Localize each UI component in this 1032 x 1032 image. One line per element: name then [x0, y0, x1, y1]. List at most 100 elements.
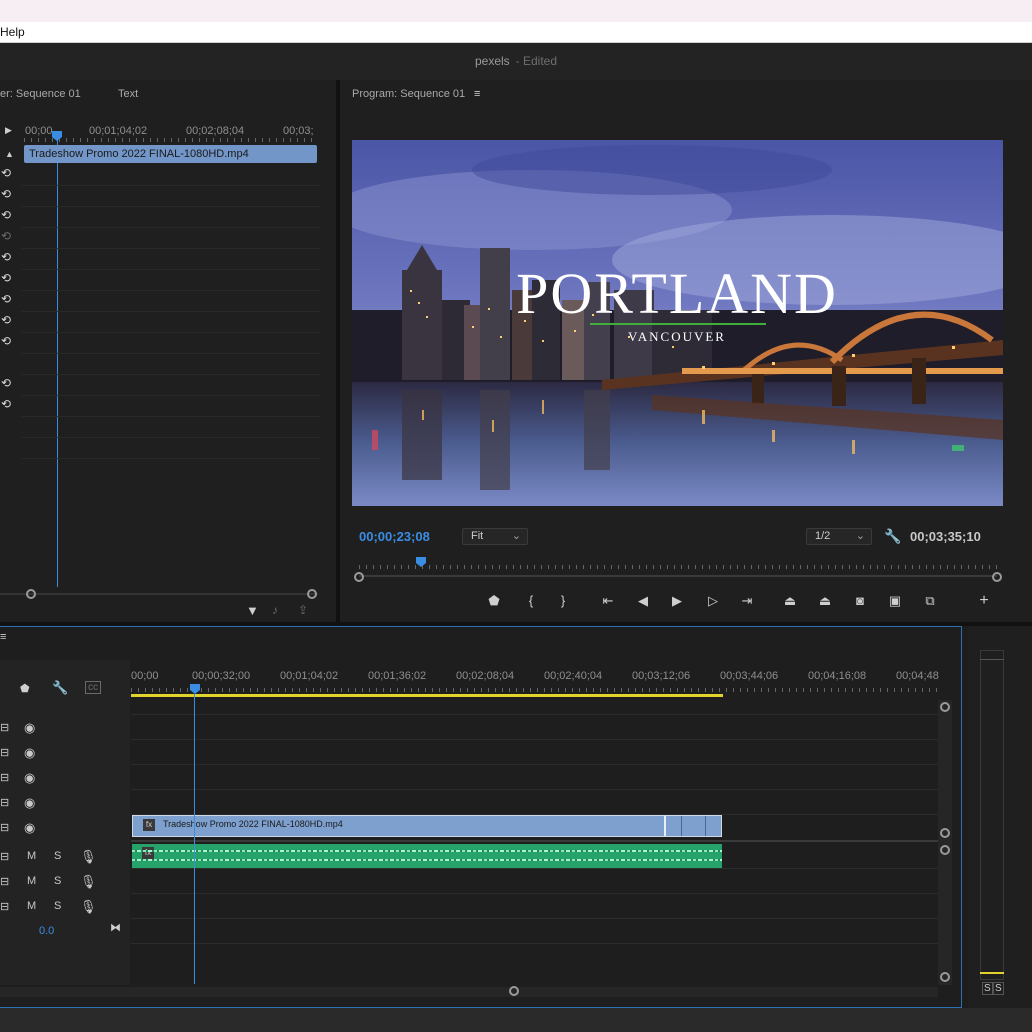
src-scroll-knob-right[interactable]	[307, 589, 317, 599]
program-scroll-knob-left[interactable]	[354, 572, 364, 582]
reset-icon[interactable]: ⟲	[1, 376, 15, 390]
toggle-proxies-button[interactable]: ⧉	[921, 592, 939, 610]
tl-ruler-label: 00;03;44;06	[720, 670, 779, 682]
clip-edit-point	[705, 816, 706, 836]
microphone-icon[interactable]: 🎙	[80, 899, 97, 915]
filter-icon[interactable]: ▼	[246, 603, 259, 618]
program-video-frame[interactable]: PORTLAND VANCOUVER	[352, 140, 1003, 506]
reset-icon[interactable]: ⟲	[1, 271, 15, 285]
go-to-out-button[interactable]: ⇥	[738, 592, 756, 610]
track-divider	[131, 764, 938, 765]
mute-button[interactable]: M	[27, 900, 36, 912]
extract-button[interactable]: ⏏	[816, 592, 834, 610]
captions-icon[interactable]: cc	[85, 681, 101, 694]
eye-icon[interactable]: ◉	[24, 820, 35, 836]
timeline-video-clip[interactable]: fx Tradeshow Promo 2022 FINAL-1080HD.mp4	[132, 815, 722, 837]
marker-icon[interactable]: ⬟	[20, 682, 30, 695]
row-divider	[22, 374, 320, 375]
resolution-dropdown[interactable]: 1/2 ⌄	[806, 528, 872, 545]
reset-icon[interactable]: ⟲	[1, 334, 15, 348]
video-track-header: ⊟ ◉	[0, 765, 130, 789]
source-clip[interactable]: Tradeshow Promo 2022 FINAL-1080HD.mp4	[24, 145, 317, 163]
sync-lock-icon[interactable]: ⊟	[0, 721, 9, 734]
hscroll-knob[interactable]	[509, 986, 519, 996]
row-divider	[22, 416, 320, 417]
solo-button[interactable]: S	[54, 900, 61, 912]
vscroll-knob[interactable]	[940, 828, 950, 838]
sync-lock-icon[interactable]: ⊟	[0, 746, 9, 759]
tl-ruler-label: 00;00;32;00	[192, 670, 251, 682]
lift-button[interactable]: ⏏	[781, 592, 799, 610]
solo-button[interactable]: S	[54, 850, 61, 862]
src-zoom-scrollbar[interactable]	[0, 593, 318, 595]
go-to-end-icon[interactable]: ⧓	[110, 921, 121, 934]
microphone-icon[interactable]: 🎙	[80, 874, 97, 890]
step-forward-button[interactable]: ▷	[704, 592, 722, 610]
src-scroll-knob-left[interactable]	[26, 589, 36, 599]
add-button-icon[interactable]: +	[975, 592, 993, 610]
timeline-vertical-scrollbar[interactable]	[938, 700, 952, 985]
mark-out-button[interactable]: }	[554, 592, 572, 610]
sync-lock-icon[interactable]: ⊟	[0, 875, 9, 888]
zoom-dropdown[interactable]: Fit ⌄	[462, 528, 528, 545]
vscroll-knob[interactable]	[940, 702, 950, 712]
sync-lock-icon[interactable]: ⊟	[0, 771, 9, 784]
step-back-button[interactable]: ◀	[634, 592, 652, 610]
chevron-down-icon: ⌄	[855, 530, 865, 542]
eye-icon[interactable]: ◉	[24, 745, 35, 761]
clip-edit-point[interactable]	[664, 816, 666, 836]
master-volume-value[interactable]: 0.0	[39, 925, 54, 937]
timeline-menu-icon[interactable]: ≡	[0, 631, 6, 643]
menu-help[interactable]: Help	[0, 25, 25, 39]
mute-button[interactable]: M	[27, 875, 36, 887]
sync-lock-icon[interactable]: ⊟	[0, 850, 9, 863]
wrench-icon[interactable]: 🔧	[884, 528, 901, 545]
reset-icon[interactable]: ⟲	[1, 187, 15, 201]
eye-icon[interactable]: ◉	[24, 720, 35, 736]
sync-lock-icon[interactable]: ⊟	[0, 796, 9, 809]
comparison-view-button[interactable]: ▣	[886, 592, 904, 610]
reset-icon[interactable]: ⟲	[1, 166, 15, 180]
reset-icon[interactable]: ⟲	[1, 250, 15, 264]
reset-icon[interactable]: ⟲	[1, 397, 15, 411]
mute-button[interactable]: M	[27, 850, 36, 862]
timeline-audio-clip[interactable]: fx	[132, 844, 722, 868]
eye-icon[interactable]: ◉	[24, 770, 35, 786]
program-title[interactable]: Program: Sequence 01	[352, 88, 465, 100]
play-button[interactable]: ▶	[668, 592, 686, 610]
expand-triangle-icon[interactable]: ▶	[5, 125, 12, 136]
video-audio-divider[interactable]	[131, 840, 938, 842]
tab-text[interactable]: Text	[118, 88, 138, 100]
src-ruler-label: 00;02;08;04	[186, 125, 245, 137]
work-area-bar[interactable]	[131, 694, 723, 697]
vscroll-knob[interactable]	[940, 972, 950, 982]
timeline-clip-name: Tradeshow Promo 2022 FINAL-1080HD.mp4	[163, 819, 343, 829]
chevron-down-icon: ⌄	[511, 530, 521, 542]
collapse-triangle-icon[interactable]: ▲	[5, 149, 14, 159]
reset-icon[interactable]: ⟲	[1, 313, 15, 327]
solo-left-button[interactable]: S	[982, 982, 993, 995]
mark-in-button[interactable]: {	[522, 592, 540, 610]
panel-menu-icon[interactable]: ≡	[474, 88, 480, 100]
sync-lock-icon[interactable]: ⊟	[0, 900, 9, 913]
solo-right-button[interactable]: S	[993, 982, 1004, 995]
camera-icon[interactable]: ◙	[851, 592, 869, 610]
program-scroll-knob-right[interactable]	[992, 572, 1002, 582]
reset-icon[interactable]: ⟲	[1, 292, 15, 306]
row-divider	[22, 395, 320, 396]
vscroll-knob[interactable]	[940, 845, 950, 855]
solo-button[interactable]: S	[54, 875, 61, 887]
timeline-horizontal-scrollbar[interactable]	[0, 987, 938, 997]
tab-source-sequence[interactable]: er: Sequence 01	[0, 88, 81, 100]
reset-icon[interactable]: ⟲	[1, 208, 15, 222]
program-scrub-bar[interactable]	[359, 575, 997, 577]
go-to-in-button[interactable]: ⇤	[599, 592, 617, 610]
add-marker-button[interactable]: ⬟	[485, 592, 503, 610]
tl-ruler-label: 00;03;12;06	[632, 670, 691, 682]
wrench-icon[interactable]: 🔧	[52, 680, 68, 696]
eye-icon[interactable]: ◉	[24, 795, 35, 811]
current-timecode[interactable]: 00;00;23;08	[359, 529, 430, 544]
microphone-icon[interactable]: 🎙	[80, 849, 97, 865]
track-divider	[131, 943, 938, 944]
sync-lock-icon[interactable]: ⊟	[0, 821, 9, 834]
